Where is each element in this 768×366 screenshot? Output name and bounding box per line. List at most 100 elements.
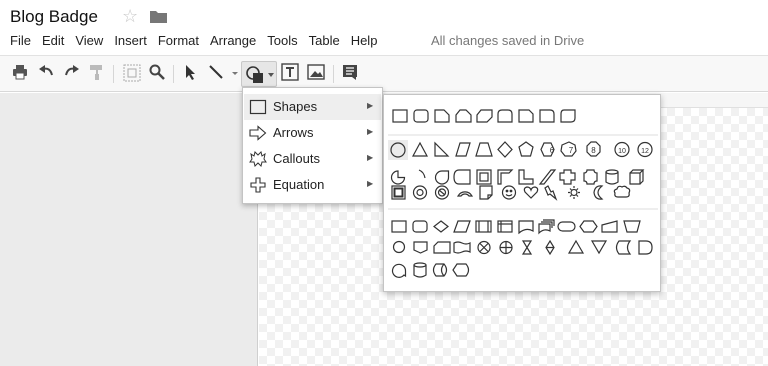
print-icon[interactable] [12,64,28,80]
chevron-down-icon[interactable] [231,64,239,80]
badge-number-10: 10 [618,148,626,155]
flowchart-magnetic-disk-icon[interactable] [413,262,427,278]
cross-icon[interactable] [559,169,576,185]
pie-icon[interactable] [390,170,406,185]
sun-icon[interactable] [568,186,580,199]
parallelogram-icon[interactable] [455,142,471,157]
bevel-icon[interactable] [391,185,406,200]
half-frame-icon[interactable] [476,169,492,185]
select-icon[interactable] [184,64,198,80]
flowchart-delay-icon[interactable] [638,240,653,255]
flowchart-merge-icon[interactable] [590,240,608,255]
textbox-icon[interactable] [281,63,299,81]
lightning-bolt-icon[interactable] [544,185,558,201]
flowchart-manual-input-icon[interactable] [601,220,618,233]
flowchart-display-icon[interactable] [452,263,470,277]
pentagon-icon[interactable] [518,141,534,157]
snip-round-rectangle-icon[interactable] [518,109,534,123]
menu-insert[interactable]: Insert [114,33,147,49]
flowchart-extract-icon[interactable] [567,239,585,254]
flowchart-decision-icon[interactable] [433,220,449,233]
flowchart-document-icon[interactable] [518,220,534,235]
flowchart-manual-operation-icon[interactable] [623,220,641,233]
toolbar [0,55,768,92]
menu-item-arrows[interactable]: Arrows ▶ [244,120,381,146]
menu-item-callouts[interactable]: Callouts ▶ [244,146,381,172]
toolbar-separator [333,65,334,83]
cloud-icon[interactable] [613,185,631,198]
flowchart-collate-icon[interactable] [521,240,533,255]
can-icon[interactable] [605,169,619,185]
no-symbol-icon[interactable] [434,185,450,200]
flowchart-data-icon[interactable] [453,220,471,233]
menu-view[interactable]: View [75,33,103,49]
frame-icon[interactable] [453,169,471,185]
snip-same-side-rectangle-icon[interactable] [455,109,472,123]
rounded-rectangle-icon[interactable] [413,109,429,123]
flowchart-direct-access-storage-icon[interactable] [432,263,448,277]
menu-table[interactable]: Table [309,33,340,49]
menu-file[interactable]: File [10,33,31,49]
moon-icon[interactable] [593,185,604,200]
flowchart-card-icon[interactable] [433,241,451,254]
flowchart-connector-icon[interactable] [392,240,406,254]
shape-button[interactable] [241,61,277,87]
flowchart-multidocument-icon[interactable] [538,219,555,235]
plus-shape-icon[interactable] [538,169,557,185]
round-same-side-rectangle-icon[interactable] [497,109,513,123]
image-icon[interactable] [307,64,325,80]
paint-format-icon[interactable] [89,64,105,80]
right-triangle-icon[interactable] [434,141,450,157]
heart-icon[interactable] [523,186,539,199]
diagonal-stripe-icon[interactable] [518,169,534,185]
triangle-icon[interactable] [411,141,429,157]
comment-icon[interactable] [342,64,358,80]
menu-item-equation[interactable]: Equation ▶ [244,172,381,198]
flowchart-process-icon[interactable] [391,220,407,233]
snip-corner-rectangle-icon[interactable] [434,109,450,123]
flowchart-sort-icon[interactable] [545,239,555,256]
document-title[interactable]: Blog Badge [10,7,98,27]
star-icon[interactable]: ☆ [122,6,138,27]
flowchart-sequential-storage-icon[interactable] [391,263,407,278]
donut-icon[interactable] [412,185,428,200]
flowchart-stored-data-icon[interactable] [615,240,632,255]
snip-diagonal-rectangle-icon[interactable] [476,109,493,123]
round-diagonal-rectangle-icon[interactable] [560,109,576,123]
menu-item-label: Equation [273,177,325,192]
round-single-corner-rectangle-icon[interactable] [539,109,555,123]
zoom-icon[interactable] [149,64,165,80]
menu-format[interactable]: Format [158,33,199,49]
smiley-face-icon[interactable] [501,185,517,200]
l-shape-icon[interactable] [497,169,514,185]
chord-icon[interactable] [418,169,426,179]
flowchart-alternate-process-icon[interactable] [412,220,428,233]
redo-icon[interactable] [64,64,80,80]
flowchart-internal-storage-icon[interactable] [497,220,513,233]
plaque-icon[interactable] [583,169,598,185]
teardrop-icon[interactable] [434,170,450,185]
diamond-icon[interactable] [497,141,513,158]
folded-corner-icon[interactable] [479,185,493,200]
menu-arrange[interactable]: Arrange [210,33,256,49]
flowchart-offpage-connector-icon[interactable] [413,241,428,254]
menu-help[interactable]: Help [351,33,378,49]
flowchart-punched-tape-icon[interactable] [453,241,471,254]
menu-edit[interactable]: Edit [42,33,64,49]
cube-icon[interactable] [629,169,645,185]
trapezoid-icon[interactable] [475,142,493,157]
flowchart-predefined-process-icon[interactable] [475,220,492,233]
flowchart-terminator-icon[interactable] [557,221,576,232]
folder-icon[interactable] [150,10,167,23]
menu-tools[interactable]: Tools [267,33,297,49]
menu-item-shapes[interactable]: Shapes ▶ [244,94,381,120]
flowchart-preparation-icon[interactable] [579,220,598,233]
flowchart-summing-junction-icon[interactable] [477,240,491,255]
undo-icon[interactable] [38,64,54,80]
rectangle-shape-icon[interactable] [392,109,408,123]
shapes-panel: 6 7 8 10 12 [383,94,661,292]
block-arc-icon[interactable] [456,191,474,197]
flowchart-or-icon[interactable] [499,240,513,255]
zoom-fit-icon[interactable] [123,64,141,82]
line-icon[interactable] [208,64,224,80]
